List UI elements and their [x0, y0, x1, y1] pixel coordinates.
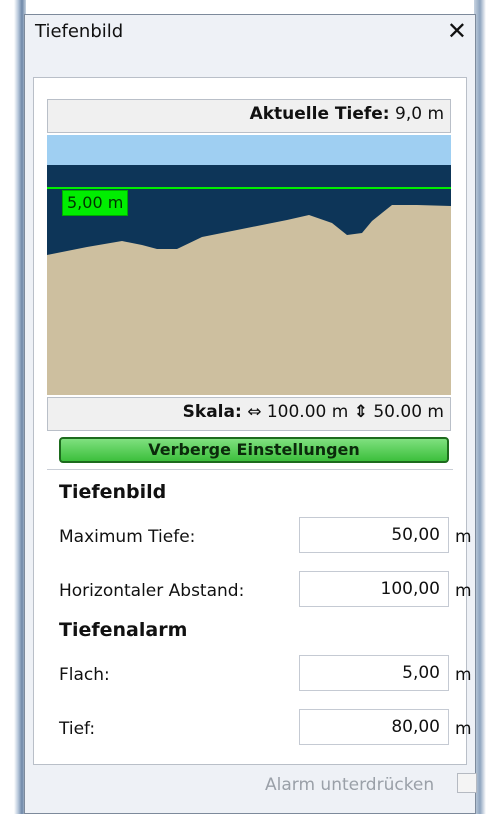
- deep-unit: m: [455, 719, 472, 739]
- vertical-arrows-icon: ⇕: [353, 402, 368, 422]
- max-depth-unit: m: [455, 527, 472, 547]
- horizontal-spacing-input[interactable]: 100,00: [299, 571, 449, 607]
- scale-bar: Skala: ⇔ 100.00 m ⇕ 50.00 m: [47, 397, 451, 431]
- background-window-edge-left: [0, 0, 26, 814]
- sonar-graphic: [47, 135, 451, 395]
- current-depth-label: Aktuelle Tiefe:: [249, 104, 390, 124]
- max-depth-label: Maximum Tiefe:: [59, 527, 196, 547]
- horizontal-arrows-icon: ⇔: [247, 402, 262, 422]
- horizontal-spacing-label: Horizontaler Abstand:: [59, 581, 245, 601]
- shallow-label: Flach:: [59, 665, 110, 685]
- shallow-unit: m: [455, 665, 472, 685]
- horizontal-spacing-unit: m: [455, 581, 472, 601]
- hide-settings-button[interactable]: Verberge Einstellungen: [59, 437, 449, 463]
- suppress-alarm-label: Alarm unterdrücken: [265, 775, 435, 795]
- deep-input[interactable]: 80,00: [299, 709, 449, 745]
- current-depth-bar: Aktuelle Tiefe: 9,0 m: [47, 99, 451, 133]
- shallow-alarm-line-label: 5,00 m: [62, 190, 129, 216]
- sonar-depth-image: 5,00 m: [47, 135, 451, 395]
- shallow-input[interactable]: 5,00: [299, 655, 449, 691]
- current-depth-value: 9,0 m: [395, 104, 444, 124]
- vertical-scale-value: 50.00 m: [373, 402, 444, 422]
- background-window-edge-right: [474, 0, 492, 814]
- scale-label: Skala:: [182, 402, 242, 422]
- window-title: Tiefenbild: [35, 21, 124, 42]
- close-icon[interactable]: ✕: [447, 17, 467, 45]
- deep-label: Tief:: [59, 719, 96, 739]
- suppress-alarm-checkbox[interactable]: [457, 773, 477, 793]
- depth-alarm-heading: Tiefenalarm: [59, 619, 188, 641]
- max-depth-input[interactable]: 50,00: [299, 517, 449, 553]
- horizontal-scale-value: 100.00 m: [266, 402, 349, 422]
- depth-image-heading: Tiefenbild: [59, 481, 167, 503]
- divider: [47, 469, 453, 470]
- depth-image-window: Tiefenbild ✕ Aktuelle Tiefe: 9,0 m 5,00 …: [24, 14, 477, 814]
- title-bar[interactable]: Tiefenbild ✕: [25, 15, 475, 49]
